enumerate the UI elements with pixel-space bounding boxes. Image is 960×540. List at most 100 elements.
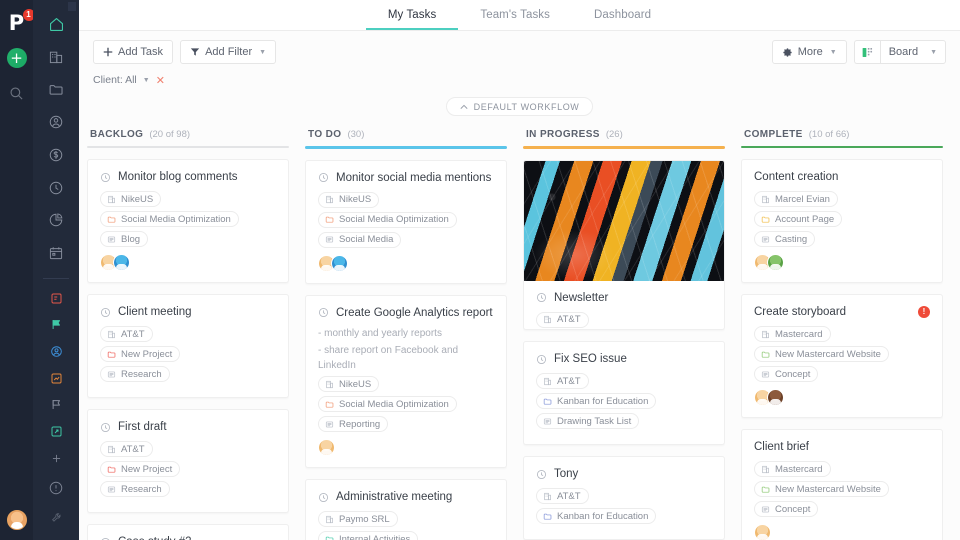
avatar[interactable] bbox=[113, 254, 130, 272]
task-tag[interactable]: Research bbox=[100, 481, 170, 498]
task-card[interactable]: Tony AT&T Kanban for Education bbox=[523, 456, 725, 540]
avatar[interactable] bbox=[331, 254, 348, 272]
sidebar-item-pinned-chart[interactable] bbox=[44, 366, 68, 390]
more-button[interactable]: More ▼ bbox=[771, 40, 847, 64]
task-tag[interactable]: Internal Activities bbox=[318, 531, 419, 540]
task-tag[interactable]: New Project bbox=[100, 461, 181, 478]
task-tag[interactable]: AT&T bbox=[100, 326, 153, 343]
task-tag[interactable]: Paymo SRL bbox=[318, 511, 398, 528]
task-tag[interactable]: Drawing Task List bbox=[536, 413, 640, 429]
collapse-corner-icon[interactable] bbox=[68, 2, 76, 11]
task-tag[interactable]: Mastercard bbox=[754, 326, 831, 343]
task-tag[interactable]: New Project bbox=[100, 346, 181, 363]
task-card[interactable]: Case study #2AT&TNew ProjectResearch bbox=[87, 524, 289, 540]
task-tag[interactable]: Marcel Evian bbox=[754, 191, 838, 208]
task-tag[interactable]: Kanban for Education bbox=[536, 508, 657, 524]
clock-icon[interactable] bbox=[100, 307, 111, 318]
clock-icon[interactable] bbox=[318, 492, 329, 503]
quick-add-button[interactable]: + bbox=[6, 48, 27, 68]
add-task-button[interactable]: Add Task bbox=[93, 40, 174, 64]
sidebar-item-pinned-flag-gray[interactable] bbox=[44, 393, 68, 417]
task-title-row: Client brief bbox=[754, 441, 930, 453]
task-tag[interactable]: Casting bbox=[754, 231, 816, 248]
view-mode-select[interactable]: Board ▼ bbox=[879, 40, 946, 64]
clock-icon[interactable] bbox=[318, 172, 329, 183]
task-tag[interactable]: New Mastercard Website bbox=[754, 346, 889, 363]
overdue-badge[interactable]: ! bbox=[918, 306, 930, 319]
sidebar-item-clients[interactable] bbox=[41, 43, 71, 73]
sidebar-item-pinned-client[interactable] bbox=[44, 340, 68, 364]
clock-icon[interactable] bbox=[536, 292, 547, 303]
task-card[interactable]: Monitor social media mentions NikeUS Socia… bbox=[305, 159, 507, 284]
task-tag[interactable]: AT&T bbox=[536, 373, 589, 389]
task-card[interactable]: Create Google Analytics report - monthly … bbox=[305, 294, 507, 469]
clock-icon[interactable] bbox=[536, 469, 547, 480]
task-tag[interactable]: Social Media bbox=[318, 231, 402, 248]
wrench-icon[interactable] bbox=[51, 510, 62, 528]
task-card[interactable]: Client meeting AT&T New Project Research bbox=[87, 294, 289, 399]
sidebar-item-projects[interactable] bbox=[41, 75, 71, 105]
avatar[interactable] bbox=[767, 389, 784, 407]
assignee-avatars bbox=[318, 439, 494, 457]
filter-chip-client[interactable]: Client: All ▼ bbox=[93, 74, 150, 86]
task-tag[interactable]: AT&T bbox=[100, 441, 153, 458]
avatar[interactable] bbox=[318, 439, 335, 457]
avatar[interactable] bbox=[767, 254, 784, 272]
sidebar-item-reports[interactable] bbox=[41, 205, 71, 235]
sidebar-item-pinned-project[interactable] bbox=[44, 286, 68, 310]
sidebar-item-invoices[interactable] bbox=[41, 140, 71, 170]
assignee-avatars bbox=[100, 254, 276, 272]
task-card[interactable]: First draft AT&T New Project Research bbox=[87, 409, 289, 514]
sidebar-item-pinned-flag-teal[interactable] bbox=[44, 313, 68, 337]
task-card[interactable]: NewsletterAT&TKanban for EducationDrawin… bbox=[523, 159, 725, 330]
app-logo[interactable]: P 1 bbox=[6, 9, 35, 36]
task-tag[interactable]: Reporting bbox=[318, 416, 389, 433]
help-icon[interactable] bbox=[41, 473, 71, 503]
sidebar-item-people[interactable] bbox=[41, 108, 71, 138]
task-card[interactable]: Content creation Marcel Evian Account Page… bbox=[741, 159, 943, 284]
tab-teams-tasks[interactable]: Team's Tasks bbox=[458, 9, 572, 30]
task-tag[interactable]: NikeUS bbox=[100, 191, 162, 208]
task-tag[interactable]: NikeUS bbox=[318, 376, 380, 393]
task-card[interactable]: ! Create storyboard Mastercard New Masterca… bbox=[741, 294, 943, 419]
clock-icon[interactable] bbox=[100, 172, 111, 183]
task-tag[interactable]: NikeUS bbox=[318, 191, 380, 208]
sidebar-item-pinned-board[interactable] bbox=[44, 420, 68, 444]
clock-icon[interactable] bbox=[318, 307, 329, 318]
task-tag[interactable]: Concept bbox=[754, 501, 819, 518]
task-tag[interactable]: Mastercard bbox=[754, 461, 831, 478]
sidebar-item-add[interactable] bbox=[44, 446, 68, 470]
clear-filter-icon[interactable]: ✕ bbox=[156, 74, 165, 87]
task-tag[interactable]: Research bbox=[100, 366, 170, 383]
task-title-row: Monitor blog comments bbox=[100, 171, 276, 183]
task-card[interactable]: Client brief Mastercard New Mastercard Web… bbox=[741, 429, 943, 540]
sidebar-item-home[interactable] bbox=[41, 10, 71, 40]
assignee-avatars bbox=[318, 254, 494, 272]
task-tag[interactable]: Social Media Optimization bbox=[318, 211, 457, 228]
task-tag[interactable]: Concept bbox=[754, 366, 819, 383]
column-card-list: Monitor blog comments NikeUS Social Media … bbox=[87, 159, 289, 540]
clock-icon[interactable] bbox=[100, 422, 111, 433]
tab-dashboard[interactable]: Dashboard bbox=[572, 9, 673, 30]
task-tag[interactable]: Social Media Optimization bbox=[100, 211, 239, 228]
task-card[interactable]: Administrative meeting Paymo SRL Internal … bbox=[305, 479, 507, 540]
task-card[interactable]: Fix SEO issue AT&T Kanban for Education Dra… bbox=[523, 341, 725, 445]
task-tag[interactable]: AT&T bbox=[536, 311, 589, 328]
task-tag[interactable]: Kanban for Education bbox=[536, 393, 657, 409]
tab-my-tasks[interactable]: My Tasks bbox=[365, 9, 459, 30]
sidebar-item-scheduling[interactable] bbox=[41, 238, 71, 268]
task-tag[interactable]: New Mastercard Website bbox=[754, 481, 889, 498]
task-tag[interactable]: Social Media Optimization bbox=[318, 396, 457, 413]
search-icon[interactable] bbox=[9, 86, 24, 106]
avatar[interactable] bbox=[754, 524, 771, 540]
add-filter-button[interactable]: Add Filter ▼ bbox=[180, 40, 277, 64]
task-tag[interactable]: AT&T bbox=[536, 488, 589, 504]
task-tag[interactable]: Blog bbox=[100, 231, 149, 248]
sidebar-item-timesheets[interactable] bbox=[41, 173, 71, 203]
current-user-avatar[interactable] bbox=[6, 510, 27, 530]
board-view-icon[interactable] bbox=[853, 40, 880, 64]
task-tag[interactable]: Account Page bbox=[754, 211, 843, 228]
workflow-toggle[interactable]: DEFAULT WORKFLOW bbox=[445, 97, 594, 116]
clock-icon[interactable] bbox=[536, 354, 547, 365]
task-card[interactable]: Monitor blog comments NikeUS Social Media … bbox=[87, 159, 289, 284]
